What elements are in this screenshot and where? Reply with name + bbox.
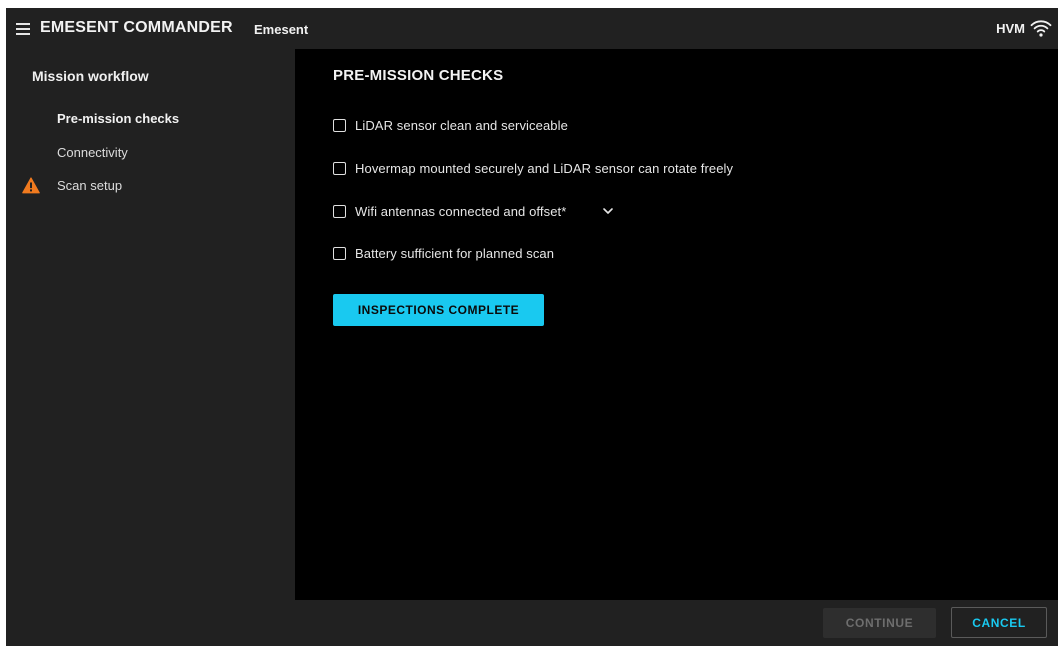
footer-bar: CONTINUE CANCEL bbox=[6, 600, 1058, 646]
checkbox[interactable] bbox=[333, 162, 346, 175]
page-title: PRE-MISSION CHECKS bbox=[333, 67, 504, 84]
check-lidar-clean[interactable]: LiDAR sensor clean and serviceable bbox=[333, 116, 633, 136]
check-hovermap-mounted[interactable]: Hovermap mounted securely and LiDAR sens… bbox=[333, 159, 793, 179]
check-wifi-antennas[interactable]: Wifi antennas connected and offset* bbox=[333, 202, 633, 222]
continue-button[interactable]: CONTINUE bbox=[823, 608, 936, 638]
wifi-icon[interactable] bbox=[1030, 18, 1052, 38]
cancel-button[interactable]: CANCEL bbox=[951, 607, 1047, 638]
check-label: Hovermap mounted securely and LiDAR sens… bbox=[355, 161, 734, 176]
inspections-complete-button[interactable]: INSPECTIONS COMPLETE bbox=[333, 294, 544, 326]
app-header: EMESENT COMMANDER Emesent HVM bbox=[6, 8, 1058, 49]
main-panel: PRE-MISSION CHECKS LiDAR sensor clean an… bbox=[295, 49, 1058, 600]
sidebar: Mission workflow Pre-mission checks Conn… bbox=[6, 49, 295, 600]
warning-icon bbox=[22, 177, 40, 194]
app-subtitle: Emesent bbox=[254, 22, 309, 37]
checkbox[interactable] bbox=[333, 119, 346, 132]
sidebar-item-label: Scan setup bbox=[57, 178, 123, 193]
checkbox[interactable] bbox=[333, 247, 346, 260]
device-label: HVM bbox=[996, 21, 1025, 36]
check-label: Battery sufficient for planned scan bbox=[355, 246, 555, 261]
sidebar-item-pre-mission-checks[interactable]: Pre-mission checks bbox=[6, 106, 295, 132]
sidebar-item-scan-setup[interactable]: Scan setup bbox=[6, 173, 295, 199]
app-title: EMESENT COMMANDER bbox=[40, 19, 233, 36]
sidebar-item-connectivity[interactable]: Connectivity bbox=[6, 140, 295, 166]
check-label: Wifi antennas connected and offset* bbox=[355, 204, 567, 219]
hamburger-menu-icon[interactable] bbox=[16, 23, 30, 35]
sidebar-heading: Mission workflow bbox=[32, 68, 149, 84]
check-battery-sufficient[interactable]: Battery sufficient for planned scan bbox=[333, 244, 633, 264]
chevron-down-icon[interactable] bbox=[602, 206, 614, 216]
app-window: EMESENT COMMANDER Emesent HVM Mission wo… bbox=[6, 8, 1058, 646]
sidebar-item-label: Connectivity bbox=[57, 145, 128, 160]
check-label: LiDAR sensor clean and serviceable bbox=[355, 118, 568, 133]
checkbox[interactable] bbox=[333, 205, 346, 218]
sidebar-item-label: Pre-mission checks bbox=[57, 111, 180, 126]
